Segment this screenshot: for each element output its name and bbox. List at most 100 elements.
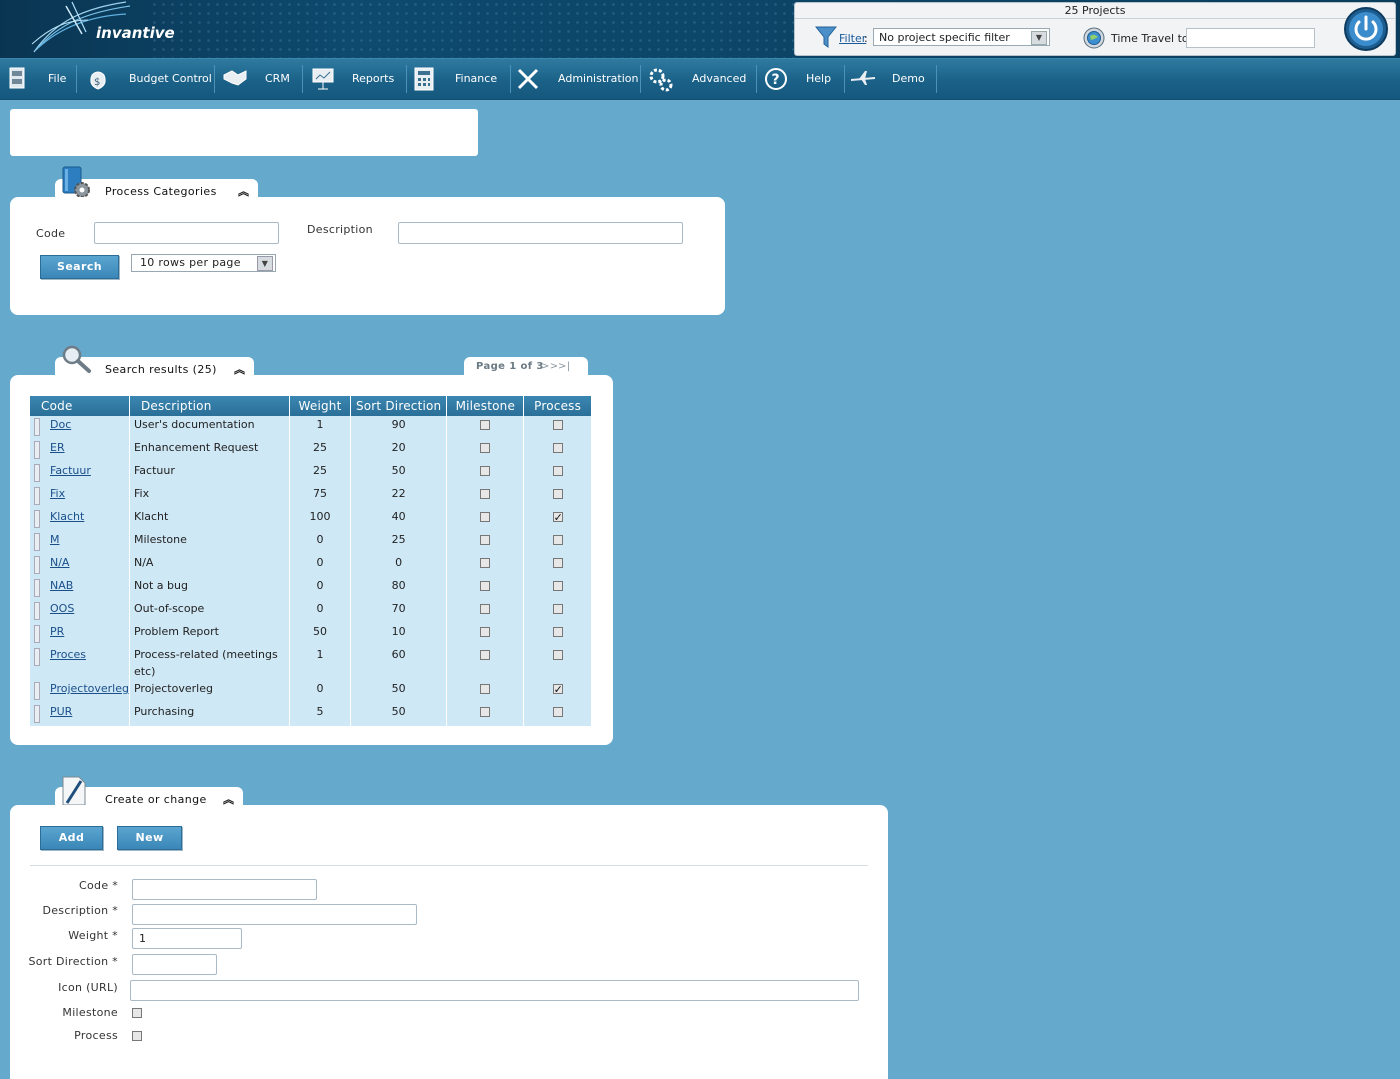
funnel-filter-icon[interactable]: [815, 25, 837, 49]
project-filter-select[interactable]: No project specific filter ▼: [873, 28, 1050, 46]
code-link[interactable]: Klacht: [50, 510, 84, 523]
milestone-checkbox[interactable]: [480, 650, 491, 660]
table-row[interactable]: Proces Process-related (meetings etc) 1 60: [30, 646, 592, 680]
table-row[interactable]: M Milestone 0 25: [30, 531, 592, 554]
power-logout-icon[interactable]: [1343, 6, 1389, 52]
milestone-checkbox[interactable]: [480, 581, 491, 591]
menu-crm[interactable]: CRM: [218, 59, 298, 99]
row-selector-handle[interactable]: [34, 418, 40, 436]
code-link[interactable]: ER: [50, 441, 65, 454]
table-row[interactable]: Klacht Klacht 100 40: [30, 508, 592, 531]
process-checkbox[interactable]: [552, 489, 563, 499]
column-header-code[interactable]: Code: [30, 396, 130, 416]
milestone-checkbox[interactable]: [480, 443, 491, 453]
menu-reports[interactable]: Reports: [306, 59, 402, 99]
menu-help[interactable]: ? Help: [760, 59, 840, 99]
code-link[interactable]: OOS: [50, 602, 74, 615]
description-filter-input[interactable]: [398, 222, 683, 244]
code-link[interactable]: N/A: [50, 556, 69, 569]
process-checkbox[interactable]: [552, 558, 563, 568]
row-selector-handle[interactable]: [34, 441, 40, 459]
projects-count[interactable]: 25 Projects: [795, 4, 1395, 17]
time-travel-input[interactable]: [1186, 28, 1315, 48]
row-selector-handle[interactable]: [34, 602, 40, 620]
description-input[interactable]: [132, 904, 417, 925]
process-checkbox[interactable]: [552, 581, 563, 591]
milestone-checkbox[interactable]: [480, 604, 491, 614]
row-selector-handle[interactable]: [34, 648, 40, 666]
column-header-process[interactable]: Process: [523, 396, 592, 416]
code-link[interactable]: Proces: [50, 648, 86, 661]
row-selector-handle[interactable]: [34, 682, 40, 700]
process-checkbox[interactable]: [552, 443, 563, 453]
table-row[interactable]: Projectoverleg Projectoverleg 0 50: [30, 680, 592, 703]
search-button[interactable]: Search: [40, 255, 119, 279]
sort-direction-input[interactable]: [132, 954, 217, 975]
process-checkbox[interactable]: [552, 420, 563, 430]
process-checkbox[interactable]: [552, 650, 563, 660]
table-row[interactable]: Fix Fix 75 22: [30, 485, 592, 508]
milestone-checkbox[interactable]: [480, 684, 491, 694]
code-link[interactable]: NAB: [50, 579, 73, 592]
code-link[interactable]: PR: [50, 625, 64, 638]
row-selector-handle[interactable]: [34, 625, 40, 643]
row-selector-handle[interactable]: [34, 464, 40, 482]
row-selector-handle[interactable]: [34, 556, 40, 574]
code-filter-input[interactable]: [94, 222, 279, 244]
process-checkbox[interactable]: [552, 509, 563, 526]
table-row[interactable]: PR Problem Report 50 10: [30, 623, 592, 646]
process-checkbox[interactable]: [552, 681, 563, 698]
milestone-checkbox[interactable]: [480, 489, 491, 499]
table-row[interactable]: ER Enhancement Request 25 20: [30, 439, 592, 462]
milestone-checkbox[interactable]: [480, 627, 491, 637]
column-header-sort-direction[interactable]: Sort Direction: [350, 396, 448, 416]
process-checkbox[interactable]: [552, 707, 563, 717]
menu-advanced[interactable]: Advanced: [644, 59, 752, 99]
process-checkbox[interactable]: [552, 535, 563, 545]
code-link[interactable]: Fix: [50, 487, 65, 500]
row-selector-handle[interactable]: [34, 533, 40, 551]
menu-file[interactable]: File: [0, 59, 72, 99]
milestone-checkbox[interactable]: [132, 1008, 142, 1018]
chevron-down-icon[interactable]: ▼: [1031, 31, 1047, 45]
milestone-checkbox[interactable]: [480, 420, 491, 430]
milestone-checkbox[interactable]: [480, 558, 491, 568]
code-link[interactable]: M: [50, 533, 60, 546]
column-header-weight[interactable]: Weight: [289, 396, 351, 416]
invantive-logo[interactable]: invantive: [26, 0, 175, 58]
row-selector-handle[interactable]: [34, 487, 40, 505]
code-input[interactable]: [132, 879, 317, 900]
table-row[interactable]: NAB Not a bug 0 80: [30, 577, 592, 600]
next-page-button[interactable]: >>: [541, 361, 559, 372]
code-link[interactable]: Doc: [50, 418, 71, 431]
column-header-description[interactable]: Description: [129, 396, 291, 416]
table-row[interactable]: N/A N/A 0 0: [30, 554, 592, 577]
code-link[interactable]: Factuur: [50, 464, 91, 477]
column-header-milestone[interactable]: Milestone: [446, 396, 525, 416]
weight-input[interactable]: 1: [132, 928, 242, 949]
process-checkbox[interactable]: [552, 627, 563, 637]
table-row[interactable]: Factuur Factuur 25 50: [30, 462, 592, 485]
row-selector-handle[interactable]: [34, 579, 40, 597]
code-link[interactable]: PUR: [50, 705, 72, 718]
milestone-checkbox[interactable]: [480, 466, 491, 476]
last-page-button[interactable]: >|: [558, 361, 571, 372]
milestone-checkbox[interactable]: [480, 512, 491, 522]
new-button[interactable]: New: [117, 826, 182, 850]
rows-per-page-select[interactable]: 10 rows per page ▼: [131, 254, 276, 272]
add-button[interactable]: Add: [40, 826, 103, 850]
menu-budget-control[interactable]: $ Budget Control: [80, 59, 212, 99]
table-row[interactable]: PUR Purchasing 5 50: [30, 703, 592, 726]
milestone-checkbox[interactable]: [480, 707, 491, 717]
code-link[interactable]: Projectoverleg: [50, 682, 129, 695]
process-checkbox[interactable]: [552, 466, 563, 476]
filter-link[interactable]: Filter: [839, 32, 866, 45]
row-selector-handle[interactable]: [34, 705, 40, 723]
icon-url-input[interactable]: [130, 980, 859, 1001]
process-checkbox[interactable]: [552, 604, 563, 614]
process-checkbox[interactable]: [132, 1031, 142, 1041]
chevron-down-icon[interactable]: ▼: [257, 256, 273, 271]
menu-finance[interactable]: Finance: [410, 59, 506, 99]
table-row[interactable]: OOS Out-of-scope 0 70: [30, 600, 592, 623]
menu-demo[interactable]: Demo: [846, 59, 934, 99]
